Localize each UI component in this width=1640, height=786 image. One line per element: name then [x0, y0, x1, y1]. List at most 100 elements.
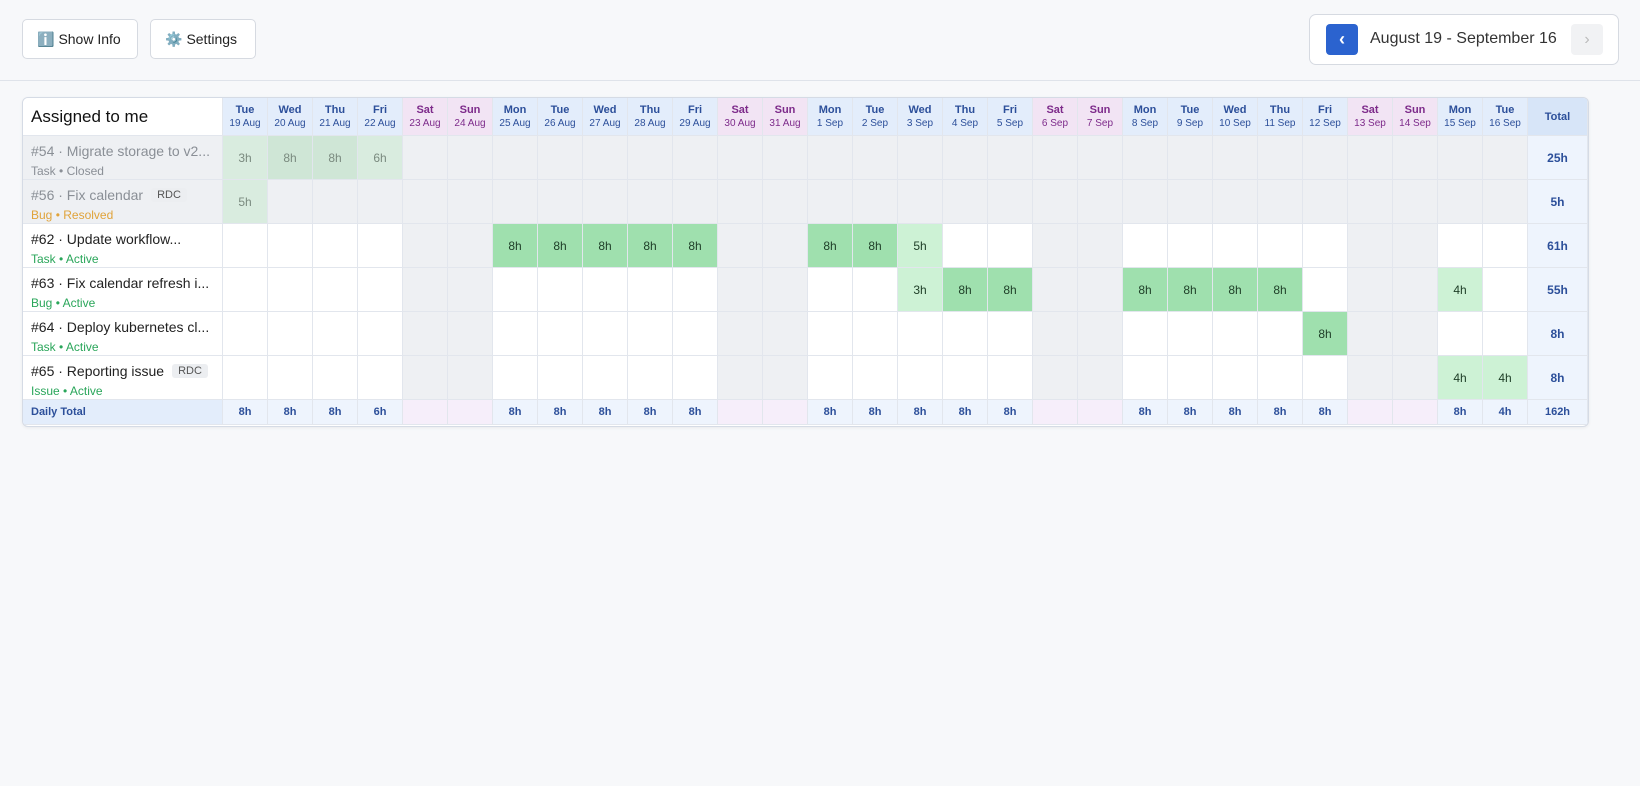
hour-cell[interactable] [1348, 268, 1393, 312]
hour-cell[interactable] [808, 356, 853, 400]
hour-cell[interactable] [223, 224, 268, 268]
hour-cell[interactable]: 8h [988, 268, 1033, 312]
hour-cell[interactable] [313, 268, 358, 312]
hour-cell[interactable] [268, 180, 313, 224]
hour-cell[interactable] [448, 180, 493, 224]
hour-cell[interactable] [853, 180, 898, 224]
hour-cell[interactable] [358, 356, 403, 400]
hour-cell[interactable] [1213, 180, 1258, 224]
hour-cell[interactable] [898, 312, 943, 356]
task-row-label[interactable]: #62 · Update workflow... Task • Active [23, 224, 223, 268]
hour-cell[interactable] [988, 356, 1033, 400]
hour-cell[interactable] [1303, 136, 1348, 180]
hour-cell[interactable] [403, 312, 448, 356]
hour-cell[interactable] [403, 268, 448, 312]
hour-cell[interactable]: 8h [943, 268, 988, 312]
hour-cell[interactable] [1213, 136, 1258, 180]
hour-cell[interactable]: 8h [268, 136, 313, 180]
hour-cell[interactable] [1393, 312, 1438, 356]
hour-cell[interactable] [493, 268, 538, 312]
hour-cell[interactable] [223, 312, 268, 356]
hour-cell[interactable] [718, 224, 763, 268]
task-row-label[interactable]: #54 · Migrate storage to v2... Task • Clo… [23, 136, 223, 180]
hour-cell[interactable] [1438, 312, 1483, 356]
hour-cell[interactable] [1303, 268, 1348, 312]
hour-cell[interactable] [1033, 268, 1078, 312]
hour-cell[interactable] [808, 312, 853, 356]
hour-cell[interactable] [268, 356, 313, 400]
hour-cell[interactable] [628, 180, 673, 224]
hour-cell[interactable] [1348, 224, 1393, 268]
hour-cell[interactable] [1123, 356, 1168, 400]
hour-cell[interactable]: 8h [673, 224, 718, 268]
hour-cell[interactable] [1078, 268, 1123, 312]
hour-cell[interactable]: 8h [1303, 312, 1348, 356]
hour-cell[interactable] [1258, 312, 1303, 356]
hour-cell[interactable] [313, 356, 358, 400]
hour-cell[interactable]: 8h [313, 136, 358, 180]
hour-cell[interactable] [1348, 180, 1393, 224]
hour-cell[interactable] [898, 356, 943, 400]
hour-cell[interactable] [673, 312, 718, 356]
hour-cell[interactable] [808, 136, 853, 180]
hour-cell[interactable] [673, 356, 718, 400]
hour-cell[interactable] [1168, 356, 1213, 400]
hour-cell[interactable] [403, 180, 448, 224]
hour-cell[interactable] [718, 268, 763, 312]
hour-cell[interactable] [1303, 224, 1348, 268]
hour-cell[interactable] [718, 356, 763, 400]
hour-cell[interactable] [1213, 312, 1258, 356]
hour-cell[interactable] [1303, 356, 1348, 400]
hour-cell[interactable] [313, 312, 358, 356]
hour-cell[interactable] [1348, 312, 1393, 356]
hour-cell[interactable] [403, 136, 448, 180]
hour-cell[interactable] [1258, 136, 1303, 180]
hour-cell[interactable] [988, 224, 1033, 268]
hour-cell[interactable] [538, 180, 583, 224]
hour-cell[interactable] [718, 136, 763, 180]
hour-cell[interactable] [1078, 224, 1123, 268]
hour-cell[interactable] [223, 356, 268, 400]
next-period-button[interactable]: › [1571, 24, 1603, 55]
hour-cell[interactable] [1438, 136, 1483, 180]
hour-cell[interactable]: 8h [583, 224, 628, 268]
hour-cell[interactable] [268, 312, 313, 356]
hour-cell[interactable] [1033, 136, 1078, 180]
hour-cell[interactable]: 4h [1483, 356, 1528, 400]
hour-cell[interactable] [988, 136, 1033, 180]
hour-cell[interactable] [1483, 180, 1528, 224]
hour-cell[interactable]: 8h [493, 224, 538, 268]
hour-cell[interactable] [898, 136, 943, 180]
hour-cell[interactable] [1348, 356, 1393, 400]
hour-cell[interactable] [538, 356, 583, 400]
hour-cell[interactable] [943, 312, 988, 356]
hour-cell[interactable] [718, 180, 763, 224]
hour-cell[interactable] [718, 312, 763, 356]
hour-cell[interactable] [1033, 356, 1078, 400]
hour-cell[interactable] [763, 180, 808, 224]
hour-cell[interactable]: 8h [1258, 268, 1303, 312]
hour-cell[interactable]: 8h [628, 224, 673, 268]
hour-cell[interactable]: 5h [223, 180, 268, 224]
hour-cell[interactable] [943, 356, 988, 400]
hour-cell[interactable] [1213, 356, 1258, 400]
hour-cell[interactable] [493, 312, 538, 356]
hour-cell[interactable] [358, 312, 403, 356]
hour-cell[interactable] [853, 268, 898, 312]
hour-cell[interactable] [1033, 312, 1078, 356]
hour-cell[interactable] [1393, 180, 1438, 224]
hour-cell[interactable] [628, 312, 673, 356]
hour-cell[interactable] [763, 224, 808, 268]
task-row-label[interactable]: #63 · Fix calendar refresh i... Bug • Act… [23, 268, 223, 312]
hour-cell[interactable] [583, 136, 628, 180]
hour-cell[interactable] [1393, 268, 1438, 312]
hour-cell[interactable] [898, 180, 943, 224]
hour-cell[interactable] [1258, 224, 1303, 268]
hour-cell[interactable] [583, 312, 628, 356]
hour-cell[interactable] [763, 356, 808, 400]
hour-cell[interactable] [1393, 224, 1438, 268]
hour-cell[interactable]: 8h [853, 224, 898, 268]
hour-cell[interactable] [943, 180, 988, 224]
task-row-label[interactable]: #64 · Deploy kubernetes cl... Task • Acti… [23, 312, 223, 356]
hour-cell[interactable] [988, 180, 1033, 224]
